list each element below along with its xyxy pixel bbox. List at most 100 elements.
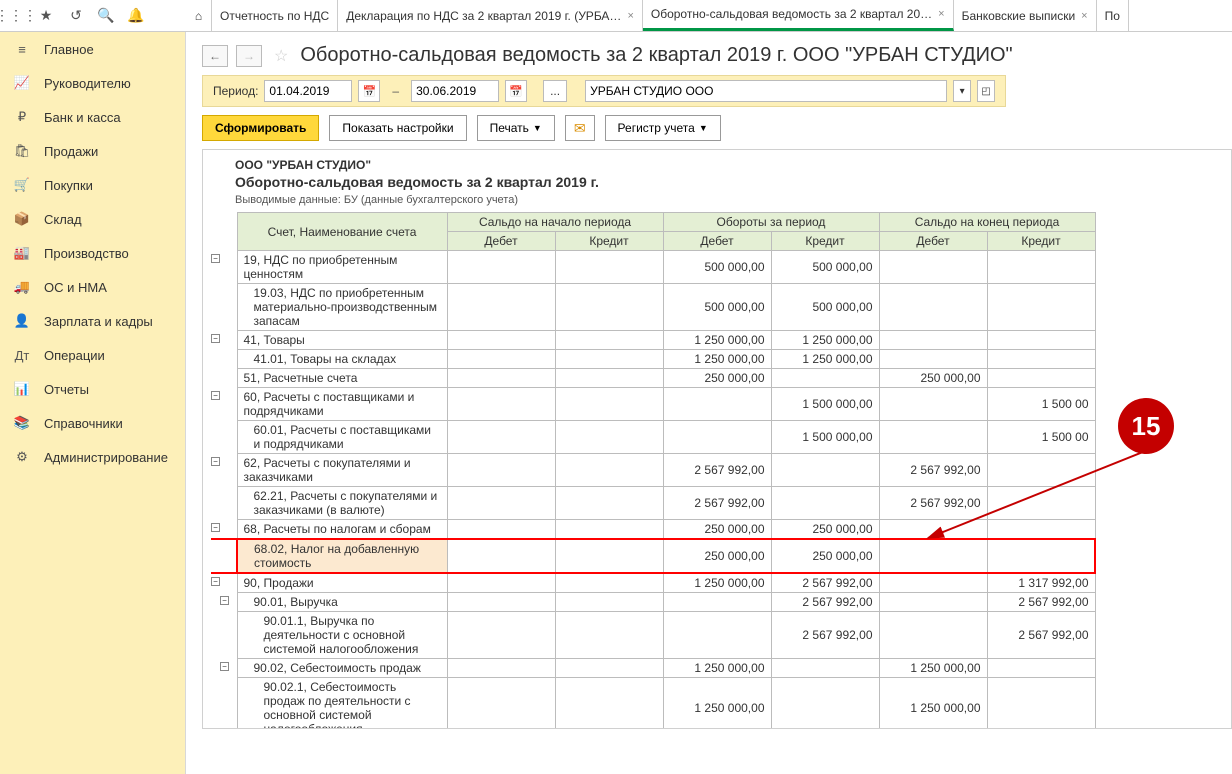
bars-icon: 📊 — [14, 381, 30, 397]
account-cell: 68.02, Налог на добавленную стоимость — [237, 539, 447, 573]
show-settings-button[interactable]: Показать настройки — [329, 115, 466, 141]
calendar-icon[interactable]: 📅 — [505, 80, 527, 102]
table-row[interactable]: 41.01, Товары на складах1 250 000,001 25… — [211, 350, 1095, 369]
expand-icon[interactable]: − — [211, 391, 220, 400]
account-cell: 90.02.1, Себестоимость продаж по деятель… — [237, 678, 447, 730]
sidebar-item-admin[interactable]: ⚙Администрирование — [0, 440, 185, 474]
value-cell — [555, 487, 663, 520]
value-cell: 2 567 992,00 — [987, 612, 1095, 659]
table-row[interactable]: −41, Товары1 250 000,001 250 000,00 — [211, 331, 1095, 350]
sidebar-item-manager[interactable]: 📈Руководителю — [0, 66, 185, 100]
value-cell — [555, 593, 663, 612]
table-row[interactable]: 51, Расчетные счета250 000,00250 000,00 — [211, 369, 1095, 388]
table-row[interactable]: −68, Расчеты по налогам и сборам250 000,… — [211, 520, 1095, 540]
close-icon[interactable]: × — [1081, 10, 1087, 22]
sidebar-item-reports[interactable]: 📊Отчеты — [0, 372, 185, 406]
forward-button[interactable]: → — [236, 45, 262, 67]
date-from-input[interactable] — [264, 80, 352, 102]
account-cell: 90.01.1, Выручка по деятельности с основ… — [237, 612, 447, 659]
value-cell — [879, 284, 987, 331]
sidebar-item-purchases[interactable]: 🛒Покупки — [0, 168, 185, 202]
table-row[interactable]: −62, Расчеты с покупателями и заказчикам… — [211, 454, 1095, 487]
history-icon[interactable]: ↺ — [68, 8, 84, 24]
favorite-icon[interactable]: ☆ — [274, 46, 288, 66]
operations-icon: Дт — [14, 347, 30, 363]
tab-bank-statements[interactable]: Банковские выписки× — [954, 0, 1097, 31]
expand-icon[interactable]: − — [211, 254, 220, 263]
value-cell: 250 000,00 — [663, 539, 771, 573]
value-cell — [555, 284, 663, 331]
sidebar: ≡Главное 📈Руководителю ₽Банк и касса 🛍Пр… — [0, 32, 186, 774]
register-label: Регистр учета — [618, 121, 695, 135]
sidebar-item-warehouse[interactable]: 📦Склад — [0, 202, 185, 236]
value-cell: 1 317 992,00 — [987, 573, 1095, 593]
form-button[interactable]: Сформировать — [202, 115, 319, 141]
table-row[interactable]: −90.02, Себестоимость продаж 1 250 000,00… — [211, 659, 1095, 678]
table-row[interactable]: 19.03, НДС по приобретенным материально-… — [211, 284, 1095, 331]
calendar-icon[interactable]: 📅 — [358, 80, 380, 102]
table-row[interactable]: 60.01, Расчеты с поставщиками и подрядчи… — [211, 421, 1095, 454]
close-icon[interactable]: × — [938, 8, 944, 20]
value-cell: 1 250 000,00 — [771, 350, 879, 369]
open-icon[interactable]: ◰ — [977, 80, 995, 102]
table-row[interactable]: −90, Продажи1 250 000,002 567 992,001 31… — [211, 573, 1095, 593]
sidebar-item-assets[interactable]: 🚚ОС и НМА — [0, 270, 185, 304]
value-cell — [987, 350, 1095, 369]
sidebar-item-operations[interactable]: ДтОперации — [0, 338, 185, 372]
value-cell — [447, 350, 555, 369]
report-note: Выводимые данные: БУ (данные бухгалтерск… — [211, 194, 1231, 206]
value-cell: 1 250 000,00 — [663, 659, 771, 678]
value-cell — [987, 678, 1095, 730]
value-cell: 2 567 992,00 — [879, 487, 987, 520]
home-icon: ⌂ — [195, 9, 202, 23]
cart-icon: 🛒 — [14, 177, 30, 193]
close-icon[interactable]: × — [627, 10, 633, 22]
sidebar-item-label: Главное — [44, 42, 94, 57]
expand-icon[interactable]: − — [220, 596, 229, 605]
tab-trial-balance[interactable]: Оборотно-сальдовая ведомость за 2 кварта… — [643, 0, 954, 31]
sidebar-item-bank[interactable]: ₽Банк и касса — [0, 100, 185, 134]
back-button[interactable]: ← — [202, 45, 228, 67]
sidebar-item-salary[interactable]: 👤Зарплата и кадры — [0, 304, 185, 338]
apps-icon[interactable]: ⋮⋮⋮ — [8, 8, 24, 24]
value-cell — [879, 388, 987, 421]
star-icon[interactable]: ★ — [38, 8, 54, 24]
bell-icon[interactable]: 🔔 — [128, 8, 144, 24]
expand-icon[interactable]: − — [211, 523, 220, 532]
sidebar-item-sales[interactable]: 🛍Продажи — [0, 134, 185, 168]
value-cell — [771, 454, 879, 487]
tab-home[interactable]: ⌂ — [186, 0, 212, 31]
table-row[interactable]: −60, Расчеты с поставщиками и подрядчика… — [211, 388, 1095, 421]
date-to-input[interactable] — [411, 80, 499, 102]
table-row[interactable]: 90.01.1, Выручка по деятельности с основ… — [211, 612, 1095, 659]
account-cell: 90.02, Себестоимость продаж — [237, 659, 447, 678]
organization-input[interactable] — [585, 80, 947, 102]
register-button[interactable]: Регистр учета ▼ — [605, 115, 721, 141]
table-row[interactable]: 62.21, Расчеты с покупателями и заказчик… — [211, 487, 1095, 520]
expand-icon[interactable]: − — [211, 334, 220, 343]
print-label: Печать — [490, 121, 529, 135]
tab-vat-reporting[interactable]: Отчетность по НДС — [212, 0, 338, 31]
tab-vat-declaration[interactable]: Декларация по НДС за 2 квартал 2019 г. (… — [338, 0, 643, 31]
table-row[interactable]: −19, НДС по приобретенным ценностям500 0… — [211, 251, 1095, 284]
value-cell: 500 000,00 — [771, 251, 879, 284]
search-icon[interactable]: 🔍 — [98, 8, 114, 24]
table-row[interactable]: −90.01, Выручка2 567 992,002 567 992,00 — [211, 593, 1095, 612]
period-picker-button[interactable]: ... — [543, 80, 567, 102]
table-row[interactable]: 90.02.1, Себестоимость продаж по деятель… — [211, 678, 1095, 730]
tab-overflow[interactable]: По — [1097, 0, 1129, 31]
value-cell: 250 000,00 — [663, 520, 771, 540]
sidebar-item-production[interactable]: 🏭Производство — [0, 236, 185, 270]
expand-icon[interactable]: − — [211, 457, 220, 466]
value-cell: 250 000,00 — [771, 539, 879, 573]
print-button[interactable]: Печать ▼ — [477, 115, 555, 141]
sidebar-item-references[interactable]: 📚Справочники — [0, 406, 185, 440]
email-button[interactable]: ✉ — [565, 115, 595, 141]
expand-icon[interactable]: − — [211, 577, 220, 586]
table-row[interactable]: 68.02, Налог на добавленную стоимость 250… — [211, 539, 1095, 573]
value-cell — [663, 593, 771, 612]
expand-icon[interactable]: − — [220, 662, 229, 671]
sidebar-item-label: Руководителю — [44, 76, 131, 91]
sidebar-item-main[interactable]: ≡Главное — [0, 32, 185, 66]
dropdown-icon[interactable]: ▾ — [953, 80, 971, 102]
